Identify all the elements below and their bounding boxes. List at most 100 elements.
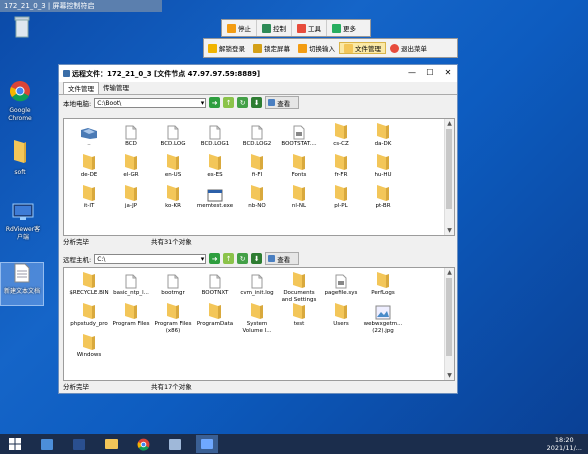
file-item[interactable]: BOOTNXT [194,271,236,302]
scroll-thumb[interactable] [446,278,452,356]
folder-item[interactable]: System Volume I... [236,302,278,333]
tab-file-management[interactable]: 文件管理 [63,82,99,94]
folder-item[interactable]: $RECYCLE.BIN [68,271,110,302]
folder-item[interactable]: Users [320,302,362,333]
scroll-thumb[interactable] [446,129,452,209]
folder-item[interactable]: ko-KR [152,184,194,215]
file-item[interactable]: basic_ntp_l... [110,271,152,302]
folder-item[interactable]: it-IT [68,184,110,215]
chrome-label-1: Google [9,107,31,114]
scroll-down-icon[interactable]: ▼ [445,226,454,235]
taskbar-powershell[interactable] [68,435,90,453]
taskbar-explorer[interactable] [100,435,122,453]
folder-item[interactable]: phpstudy_pro [68,302,110,333]
file-item[interactable]: .. [68,122,110,153]
file-item[interactable]: bootmgr [152,271,194,302]
remote-view-button[interactable]: 查看 [265,252,300,265]
upload-icon[interactable]: ⬇ [251,253,263,264]
remote-path-input[interactable]: C:\ [94,253,207,264]
file-item[interactable]: BCD.LOG1 [194,122,236,153]
local-path-input[interactable]: C:\Boot\ [94,97,207,108]
file-item[interactable]: pagefile.sys [320,271,362,302]
scroll-down-icon[interactable]: ▼ [445,371,454,380]
folder-item[interactable]: Documents and Settings [278,271,320,302]
start-button[interactable] [4,435,26,453]
folder-item[interactable]: PerfLogs [362,271,404,302]
file-item[interactable]: webwxgetm... (22).jpg [362,302,404,333]
view-icon [268,255,276,262]
desktop-icon-recycle-bin[interactable] [2,14,42,43]
maximize-icon[interactable]: ☐ [421,65,439,81]
taskbar-chrome[interactable] [132,435,154,453]
file-item[interactable]: memtest.exe [194,184,236,215]
folder-item[interactable]: Windows [68,333,110,364]
stop-button[interactable]: 停止 [222,20,257,36]
remote-scrollbar[interactable]: ▲ ▼ [444,268,454,380]
file-item[interactable]: BOOTSTAT.... [278,122,320,153]
taskbar-app[interactable] [164,435,186,453]
go-icon[interactable]: ➜ [209,253,221,264]
local-label: 本地电脑: [63,99,92,108]
desktop-icon-soft[interactable]: soft [0,138,40,177]
file-item[interactable]: BCD.LOG2 [236,122,278,153]
system-clock[interactable]: 18:20 2021/11/... [547,436,582,452]
control-button[interactable]: 控制 [257,20,292,36]
folder-item[interactable]: hu-HU [362,153,404,184]
file-item[interactable]: BCD.LOG [152,122,194,153]
tools-button[interactable]: 工具 [292,20,327,36]
switch-input-button[interactable]: 切换输入 [294,43,339,53]
folder-item[interactable]: ja-JP [110,184,152,215]
folder-item[interactable]: es-ES [194,153,236,184]
download-icon[interactable]: ⬇ [251,97,263,108]
folder-item[interactable]: de-DE [68,153,110,184]
folder-item[interactable]: en-US [152,153,194,184]
folder-item[interactable]: el-GR [110,153,152,184]
file-item[interactable]: BCD [110,122,152,153]
folder-item[interactable]: da-DK [362,122,404,153]
desktop-icon-chrome[interactable]: Google Chrome [0,80,40,123]
folder-item[interactable]: Program Files [110,302,152,333]
refresh-icon[interactable]: ↻ [237,97,249,108]
local-file-list[interactable]: .. BCD BCD.LOG BCD.LOG1 BCD.LOG2 BOOTSTAT....… [63,118,455,236]
desktop-icon-new-text[interactable]: 新建文本文档 [0,262,44,306]
folder-item[interactable]: nb-NO [236,184,278,215]
taskbar-server-manager[interactable] [36,435,58,453]
exit-menu-button[interactable]: 退出菜单 [386,43,431,53]
scroll-up-icon[interactable]: ▲ [445,119,454,128]
folder-item[interactable]: cs-CZ [320,122,362,153]
minimize-icon[interactable]: — [403,65,421,81]
tab-transfer-management[interactable]: 传输管理 [99,82,133,94]
more-button[interactable]: 更多 [327,20,361,36]
file-item[interactable]: cvm_init.log [236,271,278,302]
up-folder-icon[interactable]: ↑ [223,97,235,108]
tools-label: 工具 [308,25,321,33]
scroll-up-icon[interactable]: ▲ [445,268,454,277]
taskbar-rdviewer[interactable] [196,435,218,453]
desktop-icon-rdviewer[interactable]: RdViewer客 户端 [0,203,46,242]
folder-item[interactable]: nl-NL [278,184,320,215]
folder-item[interactable]: pl-PL [320,184,362,215]
item-label: BOOTNXT [201,290,229,296]
unlock-login-button[interactable]: 解锁登录 [204,43,249,53]
refresh-icon[interactable]: ↻ [237,253,249,264]
folder-item[interactable]: Program Files (x86) [152,302,194,333]
folder-item[interactable]: fi-FI [236,153,278,184]
folder-item[interactable]: pt-BR [362,184,404,215]
up-folder-icon[interactable]: ↑ [223,253,235,264]
local-view-button[interactable]: 查看 [265,96,300,109]
folder-item[interactable]: ProgramData [194,302,236,333]
folder-icon [278,302,320,320]
folder-icon [110,153,152,171]
window-titlebar[interactable]: 远程文件：172_21_0_3 [文件节点 47.97.97.59:8889] … [59,65,457,82]
remote-file-list[interactable]: $RECYCLE.BIN basic_ntp_l... bootmgr BOOTNXT… [63,267,455,381]
folder-item[interactable]: fr-FR [320,153,362,184]
folder-item[interactable]: test [278,302,320,333]
folder-item[interactable]: Fonts [278,153,320,184]
go-icon[interactable]: ➜ [209,97,221,108]
item-label: el-GR [123,172,139,178]
local-scrollbar[interactable]: ▲ ▼ [444,119,454,235]
lock-screen-button[interactable]: 锁定屏幕 [249,43,294,53]
file-manager-button[interactable]: 文件管理 [339,42,386,54]
powershell-icon [73,438,85,450]
close-icon[interactable]: ✕ [439,65,457,81]
